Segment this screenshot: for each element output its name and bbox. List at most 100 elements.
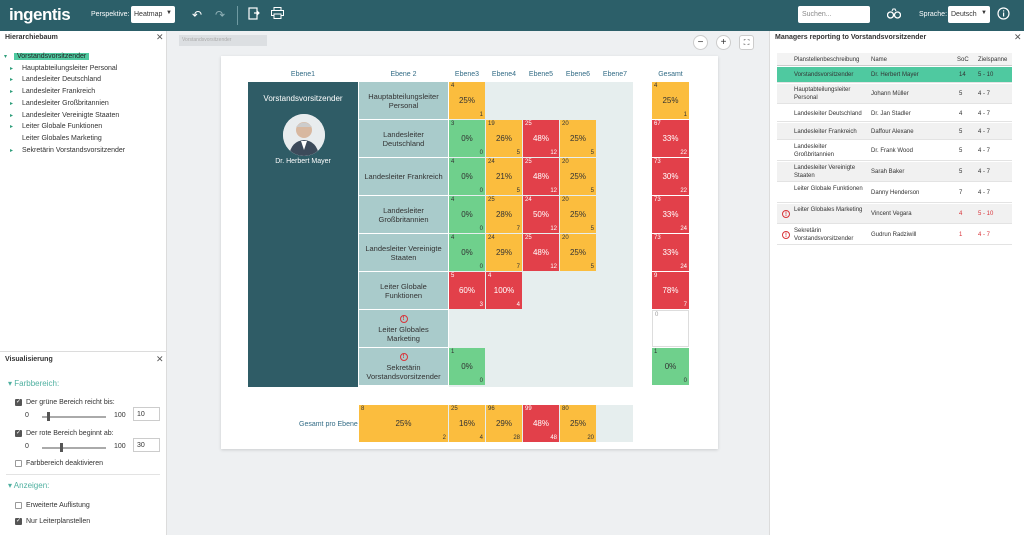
column-header[interactable]: Planstellenbeschreibung: [794, 56, 859, 64]
table-row[interactable]: Landesleiter Frankreich Daffour Alexane 5 4…: [777, 123, 1012, 140]
tree-item[interactable]: ▸ Landesleiter Deutschland: [10, 75, 103, 85]
slider-handle[interactable]: [60, 443, 63, 452]
heat-cell[interactable]: 4 25% 1: [449, 82, 485, 119]
table-row[interactable]: Vorstandsvorsitzender Dr. Herbert Mayer 14…: [777, 67, 1012, 83]
heat-cell[interactable]: 24 29% 7: [486, 234, 522, 271]
info-icon[interactable]: [995, 7, 1011, 23]
red-slider[interactable]: [42, 443, 106, 452]
level-total-cell[interactable]: 8 25% 2: [359, 405, 448, 442]
heat-cell[interactable]: 4 0% 0: [449, 196, 485, 233]
level-total-cell[interactable]: 96 29% 28: [486, 405, 522, 442]
level2-node[interactable]: Landesleiter Frankreich: [359, 158, 448, 196]
level2-node[interactable]: Leiter Globale Funktionen: [359, 272, 448, 310]
tree-item[interactable]: ▾ Vorstandsvorsitzender: [4, 52, 90, 62]
heat-cell[interactable]: 25 48% 12: [523, 158, 559, 195]
table-row[interactable]: Landesleiter Vereinigte Staaten Sarah Bak…: [777, 162, 1012, 182]
tree-item[interactable]: ▸ Hauptabteilungsleiter Personal: [10, 64, 119, 74]
heat-cell[interactable]: 20 25% 5: [560, 234, 596, 271]
close-icon[interactable]: ✕: [156, 354, 164, 365]
red-range-checkbox[interactable]: [15, 429, 22, 437]
slider-handle[interactable]: [47, 412, 50, 421]
chevron-right-icon[interactable]: ▸: [10, 64, 20, 74]
extended-list-checkbox[interactable]: [15, 502, 22, 509]
tree-item[interactable]: Leiter Globales Marketing: [10, 134, 104, 144]
column-header[interactable]: SoC: [957, 56, 969, 64]
heat-cell[interactable]: 4 100% 4: [486, 272, 522, 309]
tree-item[interactable]: ▸ Landesleiter Großbritannien: [10, 99, 111, 109]
heat-cell[interactable]: 25 48% 12: [523, 120, 559, 157]
chevron-down-icon[interactable]: ▾: [4, 52, 14, 62]
heat-cell[interactable]: 20 25% 5: [560, 196, 596, 233]
chevron-right-icon[interactable]: ▸: [10, 111, 20, 121]
total-cell[interactable]: 73 30% 22: [652, 158, 689, 195]
binoculars-icon[interactable]: [886, 7, 902, 23]
leaders-only-checkbox[interactable]: [15, 517, 22, 525]
chevron-right-icon[interactable]: ▸: [10, 99, 20, 109]
fit-screen-button[interactable]: ⛶: [739, 35, 754, 50]
green-slider[interactable]: [42, 412, 106, 421]
language-select[interactable]: Deutsch ▼: [948, 6, 990, 23]
chevron-right-icon[interactable]: ▸: [10, 87, 20, 97]
level-total-cell[interactable]: 25 16% 4: [449, 405, 485, 442]
total-cell[interactable]: 73 33% 24: [652, 234, 689, 271]
heat-cell[interactable]: 24 50% 12: [523, 196, 559, 233]
heat-cell[interactable]: 24 21% 5: [486, 158, 522, 195]
table-row[interactable]: Hauptabteilungsleiter Personal Johann Mül…: [777, 84, 1012, 104]
close-icon[interactable]: ✕: [1014, 32, 1022, 43]
level2-node[interactable]: Landesleiter Vereinigte Staaten: [359, 234, 448, 272]
tree-item[interactable]: ▸ Landesleiter Vereinigte Staaten: [10, 111, 121, 121]
zoom-out-button[interactable]: −: [693, 35, 708, 50]
red-value-input[interactable]: 30: [133, 438, 160, 452]
table-row[interactable]: Landesleiter Deutschland Dr. Jan Stadler 4…: [777, 105, 1012, 122]
total-cell[interactable]: 9 78% 7: [652, 272, 689, 309]
chevron-right-icon[interactable]: ▸: [10, 146, 20, 156]
heat-cell[interactable]: 20 25% 5: [560, 120, 596, 157]
column-header[interactable]: Name: [871, 56, 887, 64]
heat-cell[interactable]: 1 0% 0: [449, 348, 485, 385]
tree-item[interactable]: ▸ Leiter Globale Funktionen: [10, 122, 104, 132]
level1-node[interactable]: Vorstandsvorsitzender Dr. Herbert Mayer: [248, 82, 358, 387]
green-range-checkbox[interactable]: [15, 398, 22, 406]
table-row[interactable]: Landesleiter Großbritannien Dr. Frank Woo…: [777, 141, 1012, 161]
color-range-section[interactable]: ▾ Farbbereich:: [8, 379, 59, 388]
level2-node[interactable]: ! Leiter Globales Marketing: [359, 310, 448, 348]
tree-item[interactable]: ▸ Landesleiter Frankreich: [10, 87, 97, 97]
heat-cell[interactable]: 25 28% 7: [486, 196, 522, 233]
total-cell[interactable]: 1 0% 0: [652, 348, 689, 385]
total-cell[interactable]: 4 25% 1: [652, 82, 689, 119]
table-row[interactable]: Leiter Globale Funktionen Danny Henderson…: [777, 183, 1012, 203]
heat-cell[interactable]: 19 26% 5: [486, 120, 522, 157]
chevron-right-icon[interactable]: ▸: [10, 75, 20, 85]
table-row[interactable]: ! Leiter Globales Marketing Vincent Vegara…: [777, 204, 1012, 224]
undo-icon[interactable]: ↶: [189, 7, 205, 23]
breadcrumb[interactable]: Vorstandsvorsitzender: [179, 35, 267, 46]
heat-cell[interactable]: 25 48% 12: [523, 234, 559, 271]
close-icon[interactable]: ✕: [156, 32, 164, 43]
total-cell[interactable]: 73 33% 24: [652, 196, 689, 233]
level-total-cell[interactable]: 99 48% 48: [523, 405, 559, 442]
tree-item[interactable]: ▸ Sekretärin Vorstandsvorsitzender: [10, 146, 127, 156]
search-input[interactable]: Suchen...: [798, 6, 870, 23]
table-row[interactable]: ! Sekretärin Vorstandsvorsitzender Gudrun …: [777, 225, 1012, 245]
level2-node[interactable]: Landesleiter Deutschland: [359, 120, 448, 158]
green-value-input[interactable]: 10: [133, 407, 160, 421]
redo-icon[interactable]: ↷: [212, 7, 228, 23]
level2-node[interactable]: ! Sekretärin Vorstandsvorsitzender: [359, 348, 448, 386]
heat-cell[interactable]: 4 0% 0: [449, 234, 485, 271]
heat-cell[interactable]: 5 60% 3: [449, 272, 485, 309]
level2-node[interactable]: Hauptabteilungsleiter Personal: [359, 82, 448, 120]
heat-cell[interactable]: 20 25% 5: [560, 158, 596, 195]
zoom-in-button[interactable]: +: [716, 35, 731, 50]
export-icon[interactable]: [246, 7, 262, 23]
heat-cell[interactable]: 4 0% 0: [449, 158, 485, 195]
heat-cell[interactable]: 3 0% 0: [449, 120, 485, 157]
level-total-cell[interactable]: 80 25% 20: [560, 405, 596, 442]
perspective-select[interactable]: Heatmap ▼: [131, 6, 175, 23]
total-cell[interactable]: 0: [652, 310, 689, 347]
column-header[interactable]: Zielspanne: [978, 56, 1007, 64]
show-section[interactable]: ▾ Anzeigen:: [8, 481, 49, 490]
level2-node[interactable]: Landesleiter Großbritannien: [359, 196, 448, 234]
total-cell[interactable]: 67 33% 22: [652, 120, 689, 157]
disable-range-checkbox[interactable]: [15, 460, 22, 467]
print-icon[interactable]: [269, 7, 285, 23]
